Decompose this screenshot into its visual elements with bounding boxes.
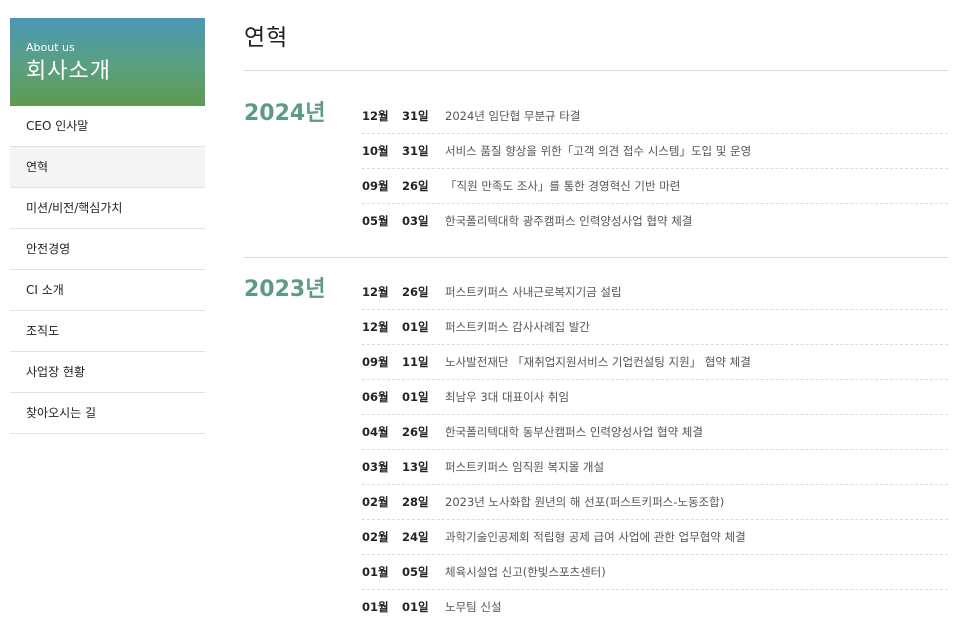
event-month: 04월 — [362, 425, 389, 439]
event-day: 26일 — [402, 425, 429, 439]
event-month: 09월 — [362, 355, 389, 369]
event-text: 「직원 만족도 조사」를 통한 경영혁신 기반 마련 — [445, 179, 681, 193]
event-day: 01일 — [402, 600, 429, 614]
event-day: 03일 — [402, 214, 429, 228]
timeline-event: 05월 03일 한국폴리텍대학 광주캠퍼스 인력양성사업 협약 체결 — [362, 204, 948, 238]
event-text: 2024년 임단협 무분규 타결 — [445, 109, 581, 123]
event-text: 노사발전재단 「재취업지원서비스 기업컨설팅 지원」 협약 체결 — [445, 355, 751, 369]
timeline-event: 06월 01일 최남우 3대 대표이사 취임 — [362, 380, 948, 415]
timeline-event: 09월 11일 노사발전재단 「재취업지원서비스 기업컨설팅 지원」 협약 체결 — [362, 345, 948, 380]
event-month: 12월 — [362, 320, 389, 334]
sidebar-menu: CEO 인사말 연혁 미션/비전/핵심가치 안전경영 CI 소개 조직도 사업장… — [10, 106, 205, 434]
timeline-event: 04월 26일 한국폴리텍대학 동부산캠퍼스 인력양성사업 협약 체결 — [362, 415, 948, 450]
event-month: 09월 — [362, 179, 389, 193]
event-text: 퍼스트키퍼스 사내근로복지기금 설립 — [445, 285, 622, 299]
event-day: 24일 — [402, 530, 429, 544]
timeline-event: 10월 31일 서비스 품질 향상을 위한「고객 의견 접수 시스템」도입 및 운영 — [362, 134, 948, 169]
timeline-event: 03월 13일 퍼스트키퍼스 임직원 복지몰 개설 — [362, 450, 948, 485]
event-list: 12월 31일 2024년 임단협 무분규 타결 10월 31일 서비스 품질 향상을 위… — [362, 99, 948, 238]
sidebar-item-mission-vision[interactable]: 미션/비전/핵심가치 — [10, 188, 205, 229]
event-month: 12월 — [362, 285, 389, 299]
event-text: 퍼스트키퍼스 감사사례집 발간 — [445, 320, 590, 334]
sidebar-item-safety-management[interactable]: 안전경영 — [10, 229, 205, 270]
event-month: 02월 — [362, 530, 389, 544]
timeline-event: 12월 31일 2024년 임단협 무분규 타결 — [362, 99, 948, 134]
sidebar-title: 회사소개 — [26, 59, 111, 84]
sidebar-item-ci[interactable]: CI 소개 — [10, 270, 205, 311]
sidebar-header: About us 회사소개 — [10, 18, 205, 106]
year-label: 2024년 — [244, 101, 326, 126]
event-text: 체육시설업 신고(한빛스포츠센터) — [445, 565, 606, 579]
sidebar-item-directions[interactable]: 찾아오시는 길 — [10, 393, 205, 434]
event-text: 최남우 3대 대표이사 취임 — [445, 390, 570, 404]
event-text: 한국폴리텍대학 광주캠퍼스 인력양성사업 협약 체결 — [445, 214, 693, 228]
page-title: 연혁 — [244, 18, 948, 71]
timeline-event: 12월 01일 퍼스트키퍼스 감사사례집 발간 — [362, 310, 948, 345]
year-label: 2023년 — [244, 277, 326, 302]
timeline-event: 02월 28일 2023년 노사화합 원년의 해 선포(퍼스트키퍼스-노동조합) — [362, 485, 948, 520]
sidebar-item-organization[interactable]: 조직도 — [10, 311, 205, 352]
event-month: 01월 — [362, 565, 389, 579]
event-text: 노무팀 신설 — [445, 600, 502, 614]
sidebar-item-history[interactable]: 연혁 — [10, 147, 205, 188]
event-day: 05일 — [402, 565, 429, 579]
sidebar-subtitle: About us — [26, 41, 75, 54]
timeline-event: 01월 05일 체육시설업 신고(한빛스포츠센터) — [362, 555, 948, 590]
event-day: 13일 — [402, 460, 429, 474]
year-divider — [244, 257, 948, 258]
timeline-event: 12월 26일 퍼스트키퍼스 사내근로복지기금 설립 — [362, 275, 948, 310]
event-text: 과학기술인공제회 적립형 공제 급여 사업에 관한 업무협약 체결 — [445, 530, 746, 544]
event-text: 한국폴리텍대학 동부산캠퍼스 인력양성사업 협약 체결 — [445, 425, 703, 439]
event-day: 26일 — [402, 285, 429, 299]
event-month: 02월 — [362, 495, 389, 509]
event-month: 12월 — [362, 109, 389, 123]
main-content: 연혁 2024년 12월 31일 2024년 임단협 무분규 타결 10월 31일 서비스… — [244, 18, 948, 614]
sidebar-item-ceo-greeting[interactable]: CEO 인사말 — [10, 106, 205, 147]
event-day: 01일 — [402, 390, 429, 404]
event-month: 03월 — [362, 460, 389, 474]
event-list: 12월 26일 퍼스트키퍼스 사내근로복지기금 설립 12월 01일 퍼스트키퍼스 감사사… — [362, 275, 948, 624]
event-month: 06월 — [362, 390, 389, 404]
event-day: 01일 — [402, 320, 429, 334]
event-text: 퍼스트키퍼스 임직원 복지몰 개설 — [445, 460, 605, 474]
timeline-event: 01월 01일 노무팀 신설 — [362, 590, 948, 624]
event-day: 31일 — [402, 109, 429, 123]
sidebar-item-sites[interactable]: 사업장 현황 — [10, 352, 205, 393]
sidebar: About us 회사소개 CEO 인사말 연혁 미션/비전/핵심가치 안전경영… — [10, 18, 205, 434]
timeline-event: 02월 24일 과학기술인공제회 적립형 공제 급여 사업에 관한 업무협약 체결 — [362, 520, 948, 555]
timeline-event: 09월 26일 「직원 만족도 조사」를 통한 경영혁신 기반 마련 — [362, 169, 948, 204]
event-month: 01월 — [362, 600, 389, 614]
event-month: 05월 — [362, 214, 389, 228]
event-day: 11일 — [402, 355, 429, 369]
event-text: 2023년 노사화합 원년의 해 선포(퍼스트키퍼스-노동조합) — [445, 495, 725, 509]
event-text: 서비스 품질 향상을 위한「고객 의견 접수 시스템」도입 및 운영 — [445, 144, 752, 158]
event-day: 28일 — [402, 495, 429, 509]
event-month: 10월 — [362, 144, 389, 158]
event-day: 31일 — [402, 144, 429, 158]
event-day: 26일 — [402, 179, 429, 193]
